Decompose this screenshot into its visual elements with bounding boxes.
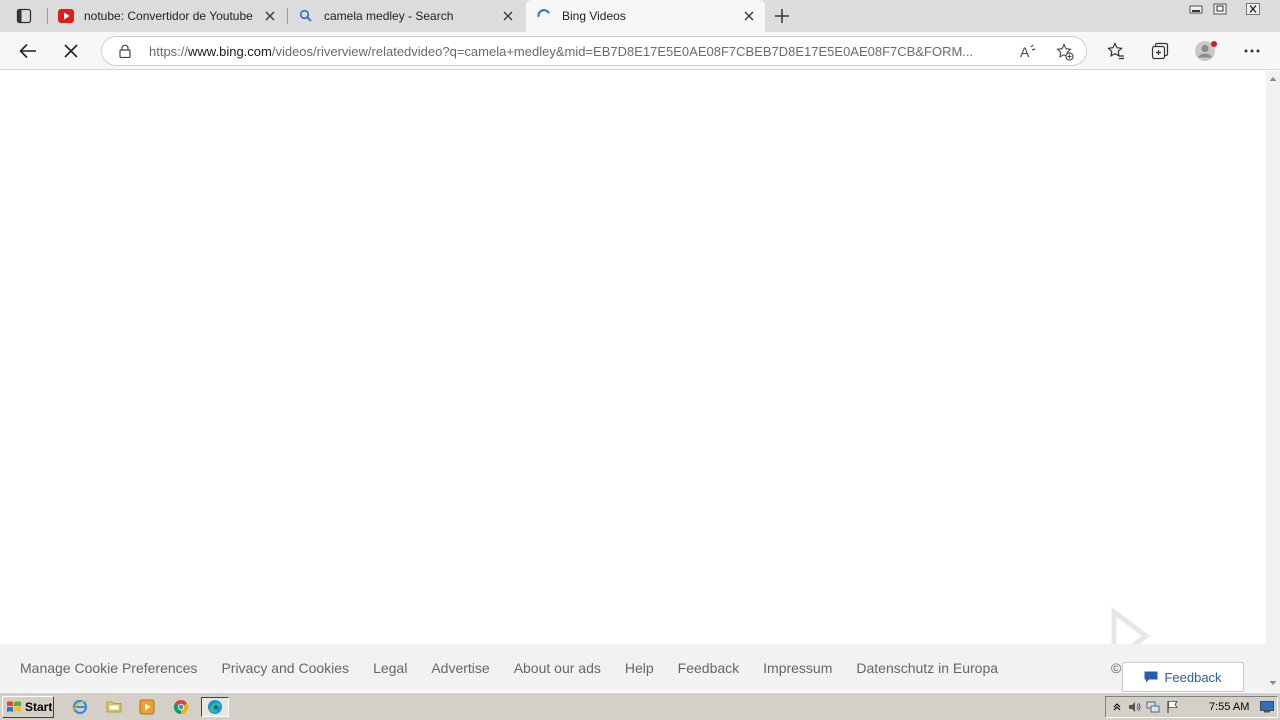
chevron-up-icon bbox=[1113, 703, 1121, 711]
tab-close-button[interactable] bbox=[498, 6, 518, 26]
page-footer: Manage Cookie Preferences Privacy and Co… bbox=[0, 644, 1266, 692]
footer-links: Manage Cookie Preferences Privacy and Co… bbox=[20, 660, 1022, 676]
footer-link-privacy[interactable]: Privacy and Cookies bbox=[221, 660, 349, 676]
copyright-text: © bbox=[1111, 660, 1122, 676]
footer-link-about-ads[interactable]: About our ads bbox=[514, 660, 601, 676]
system-tray: 7:55 AM bbox=[1105, 696, 1278, 718]
action-center-flag-icon[interactable] bbox=[1166, 700, 1180, 714]
loading-spinner-icon bbox=[536, 8, 552, 24]
favorites-icon bbox=[1107, 42, 1124, 60]
tab-title: Bing Videos bbox=[562, 9, 626, 23]
profile-icon bbox=[1195, 41, 1217, 61]
tab-actions-icon bbox=[16, 8, 32, 24]
tab-title: notube: Convertidor de Youtube bbox=[84, 9, 253, 23]
svg-text:A: A bbox=[1020, 44, 1030, 60]
favorites-button[interactable] bbox=[1102, 37, 1130, 65]
network-icon[interactable] bbox=[1146, 700, 1160, 714]
minimize-icon bbox=[1189, 5, 1203, 14]
restore-button[interactable] bbox=[1210, 0, 1230, 18]
windows-taskbar: Start 7:55 AM bbox=[0, 692, 1280, 720]
read-aloud-button[interactable]: A bbox=[1019, 42, 1039, 62]
stop-icon bbox=[64, 44, 78, 58]
scroll-down-icon[interactable] bbox=[1269, 679, 1277, 687]
read-aloud-icon: A bbox=[1020, 44, 1036, 60]
edge-icon[interactable] bbox=[201, 697, 229, 717]
url-host: www.bing.com bbox=[188, 44, 272, 59]
add-favorite-icon bbox=[1056, 43, 1074, 61]
chrome-icon[interactable] bbox=[170, 697, 192, 717]
folder-icon[interactable] bbox=[103, 697, 125, 717]
collections-icon bbox=[1151, 42, 1169, 60]
volume-icon[interactable] bbox=[1128, 700, 1142, 714]
tab-camela-search[interactable]: camela medley - Search bbox=[288, 0, 524, 32]
feedback-button[interactable]: Feedback bbox=[1122, 662, 1244, 692]
url-text[interactable]: https://www.bing.com/videos/riverview/re… bbox=[149, 44, 1009, 59]
more-icon bbox=[1244, 49, 1260, 53]
start-button[interactable]: Start bbox=[2, 696, 54, 718]
close-icon bbox=[744, 11, 754, 21]
close-icon bbox=[1246, 3, 1260, 15]
tab-close-button[interactable] bbox=[260, 6, 280, 26]
internet-explorer-icon[interactable] bbox=[69, 697, 91, 717]
tab-close-button[interactable] bbox=[739, 6, 759, 26]
address-bar[interactable]: https://www.bing.com/videos/riverview/re… bbox=[101, 36, 1087, 66]
start-label: Start bbox=[25, 700, 53, 714]
footer-link-advertise[interactable]: Advertise bbox=[431, 660, 489, 676]
restore-icon bbox=[1213, 3, 1227, 15]
footer-link-legal[interactable]: Legal bbox=[373, 660, 407, 676]
feedback-icon bbox=[1144, 671, 1158, 683]
stop-loading-button[interactable] bbox=[57, 37, 85, 65]
close-icon bbox=[265, 11, 275, 21]
youtube-icon bbox=[58, 8, 74, 24]
back-icon bbox=[19, 43, 36, 59]
url-path: /videos/riverview/relatedvideo?q=camela+… bbox=[271, 44, 974, 59]
more-button[interactable] bbox=[1238, 37, 1266, 65]
footer-link-datenschutz[interactable]: Datenschutz in Europa bbox=[856, 660, 998, 676]
lock-icon[interactable] bbox=[118, 44, 132, 58]
vertical-scrollbar[interactable] bbox=[1266, 71, 1280, 692]
windows-logo-icon bbox=[7, 701, 21, 712]
close-window-button[interactable] bbox=[1234, 0, 1272, 18]
tab-actions-menu-button[interactable] bbox=[8, 5, 40, 27]
search-icon bbox=[298, 8, 314, 24]
footer-link-impressum[interactable]: Impressum bbox=[763, 660, 832, 676]
profile-button[interactable] bbox=[1192, 37, 1220, 65]
footer-link-manage-cookies[interactable]: Manage Cookie Preferences bbox=[20, 660, 197, 676]
tab-strip: notube: Convertidor de Youtube camela me… bbox=[0, 0, 1280, 32]
page-content: Manage Cookie Preferences Privacy and Co… bbox=[0, 71, 1266, 692]
minimize-button[interactable] bbox=[1186, 0, 1206, 18]
add-favorite-button[interactable] bbox=[1055, 42, 1075, 62]
show-hidden-icons-button[interactable] bbox=[1110, 700, 1124, 714]
plus-icon bbox=[775, 9, 789, 23]
browser-toolbar: https://www.bing.com/videos/riverview/re… bbox=[0, 32, 1280, 70]
tab-bing-videos[interactable]: Bing Videos bbox=[526, 0, 765, 32]
feedback-button-label: Feedback bbox=[1164, 669, 1222, 685]
collections-button[interactable] bbox=[1146, 37, 1174, 65]
back-button[interactable] bbox=[14, 37, 42, 65]
url-prefix: https:// bbox=[149, 44, 189, 59]
close-icon bbox=[503, 11, 513, 21]
scroll-up-icon[interactable] bbox=[1269, 75, 1277, 83]
new-tab-button[interactable] bbox=[770, 4, 794, 28]
tab-notube[interactable]: notube: Convertidor de Youtube bbox=[48, 0, 286, 32]
footer-link-feedback[interactable]: Feedback bbox=[678, 660, 739, 676]
show-desktop-icon[interactable] bbox=[1260, 700, 1274, 714]
tab-title: camela medley - Search bbox=[324, 9, 454, 23]
media-player-icon[interactable] bbox=[136, 697, 158, 717]
footer-link-help[interactable]: Help bbox=[625, 660, 654, 676]
taskbar-clock[interactable]: 7:55 AM bbox=[1209, 701, 1249, 713]
